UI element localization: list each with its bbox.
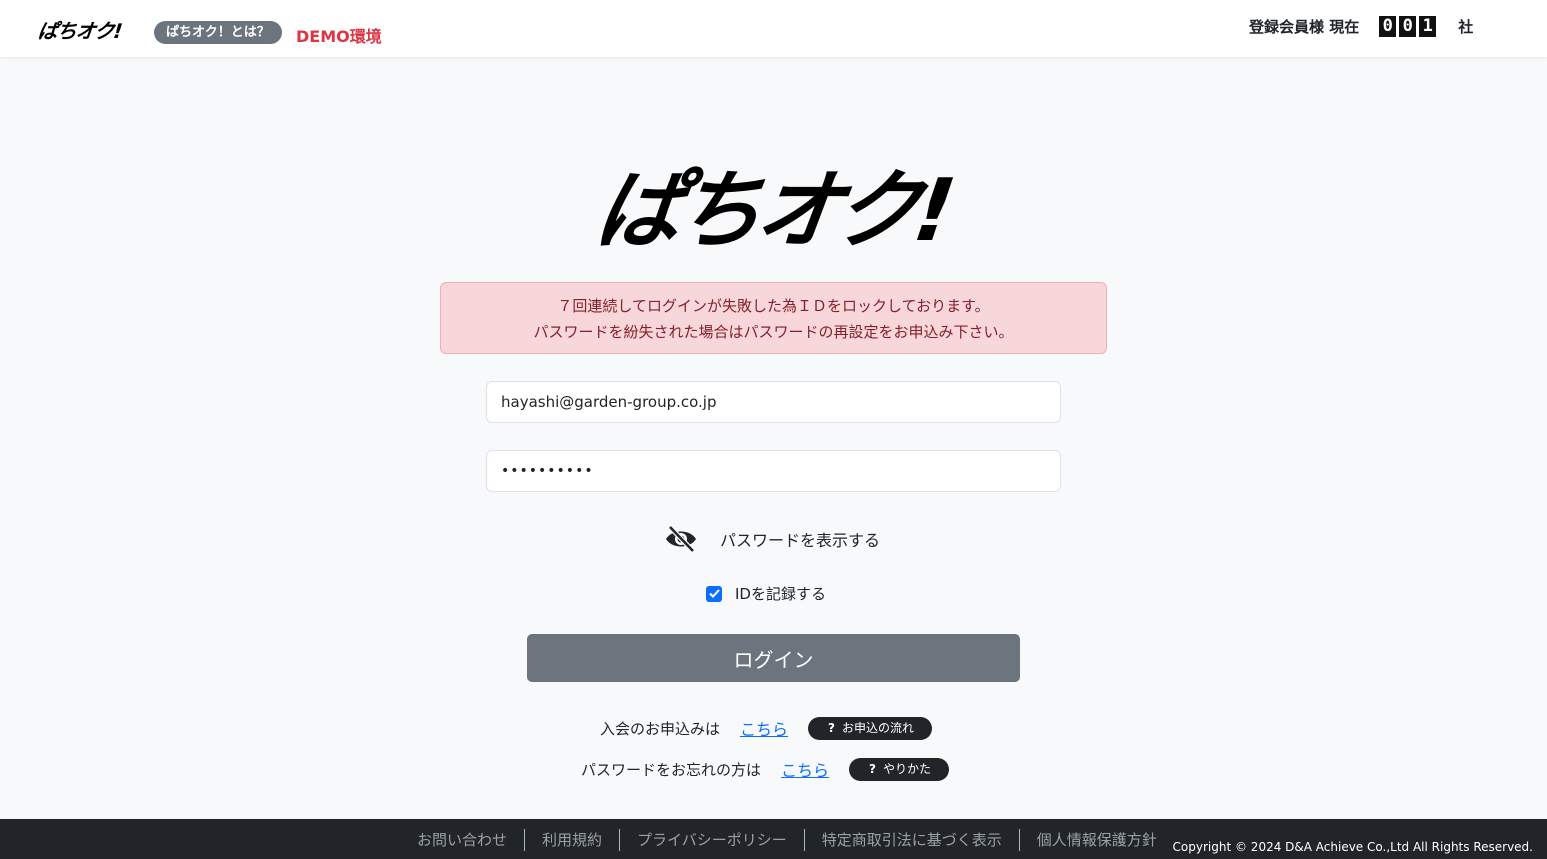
about-button[interactable]: ぱちオク！とは？	[154, 21, 282, 44]
remember-id-checkbox[interactable]	[706, 585, 722, 602]
question-icon: ?	[869, 761, 876, 776]
member-digit: 1	[1419, 16, 1437, 37]
footer-link-commerce-law[interactable]: 特定商取引法に基づく表示	[803, 829, 1019, 851]
alert-line: パスワードを紛失された場合はパスワードの再設定をお申込み下さい。	[533, 323, 1014, 341]
forgot-password-row: パスワードをお忘れの方は こちら ? やりかた	[581, 757, 950, 781]
alert-line: ７回連続してログインが失敗した為ＩＤをロックしております。	[557, 297, 990, 315]
lock-alert: ７回連続してログインが失敗した為ＩＤをロックしております。 パスワードを紛失され…	[440, 282, 1107, 354]
footer-links: お問い合わせ 利用規約 プライバシーポリシー 特定商取引法に基づく表示 個人情報…	[408, 829, 1174, 851]
main-logo: ぱちオク!	[0, 140, 1547, 265]
header-logo[interactable]: ぱちオク!	[36, 15, 123, 44]
member-counter-unit: 社	[1458, 18, 1474, 36]
member-counter: 登録会員様 現在 0 0 1 社	[1249, 16, 1473, 37]
forgot-howto-label: やりかた	[883, 761, 932, 776]
footer-link-privacy[interactable]: プライバシーポリシー	[619, 829, 804, 851]
signup-flow-label: お申込の流れ	[842, 720, 915, 735]
password-field[interactable]	[486, 450, 1061, 492]
forgot-howto-button[interactable]: ? やりかた	[849, 757, 950, 781]
demo-environment-label: DEMO環境	[296, 27, 382, 46]
login-button[interactable]: ログイン	[527, 634, 1020, 682]
forgot-password-link[interactable]: こちら	[781, 757, 829, 781]
email-field[interactable]	[486, 381, 1061, 423]
footer-link-personal-info[interactable]: 個人情報保護方針	[1018, 829, 1174, 851]
member-counter-label: 登録会員様 現在	[1249, 18, 1360, 36]
remember-id-label[interactable]: IDを記録する	[735, 583, 826, 604]
question-icon: ?	[828, 720, 835, 735]
show-password-toggle[interactable]: パスワードを表示する	[664, 524, 880, 554]
remember-id[interactable]: IDを記録する	[706, 583, 826, 604]
check-icon	[708, 589, 720, 598]
member-digit: 0	[1379, 16, 1397, 37]
main-logo-text: ぱちオク!	[589, 161, 956, 261]
footer-link-contact[interactable]: お問い合わせ	[408, 829, 524, 851]
signup-text: 入会のお申込みは	[600, 719, 721, 738]
member-digit: 0	[1399, 16, 1417, 37]
signup-link[interactable]: こちら	[740, 716, 788, 740]
eye-slash-icon[interactable]	[664, 524, 698, 554]
show-password-label[interactable]: パスワードを表示する	[720, 527, 880, 551]
signup-row: 入会のお申込みは こちら ? お申込の流れ	[600, 716, 933, 740]
footer: お問い合わせ 利用規約 プライバシーポリシー 特定商取引法に基づく表示 個人情報…	[0, 819, 1547, 859]
footer-link-terms[interactable]: 利用規約	[524, 829, 619, 851]
copyright: Copyright © 2024 D&A Achieve Co.,Ltd All…	[1172, 840, 1533, 854]
forgot-password-text: パスワードをお忘れの方は	[581, 760, 762, 779]
signup-flow-button[interactable]: ? お申込の流れ	[808, 716, 933, 740]
top-header: ぱちオク! ぱちオク！とは？ DEMO環境 登録会員様 現在 0 0 1 社	[0, 0, 1547, 57]
